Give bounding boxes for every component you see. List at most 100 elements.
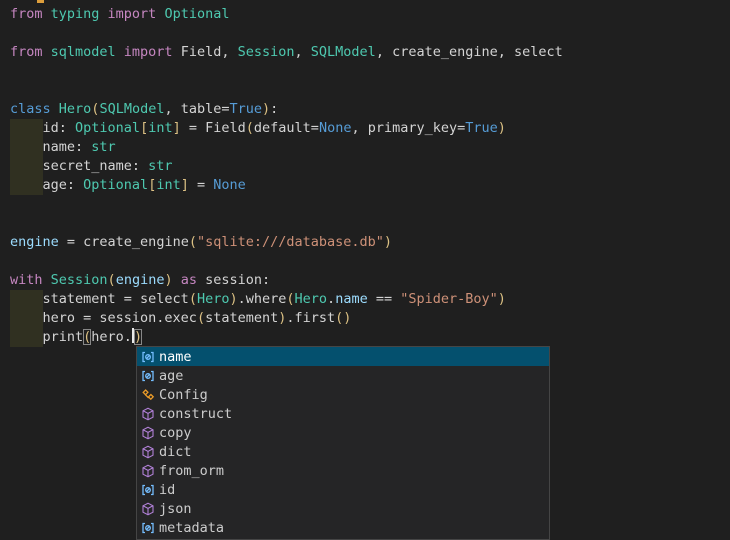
method-icon <box>140 501 156 517</box>
code-token: .where <box>238 291 287 307</box>
suggestion-item[interactable]: Config <box>137 385 549 404</box>
code-token: name <box>335 291 368 307</box>
code-line[interactable]: hero = session.exec(statement).first() <box>10 309 730 328</box>
class-icon <box>140 387 156 403</box>
code-token: ( <box>286 291 294 307</box>
code-token: with <box>10 272 51 288</box>
code-token: . <box>327 291 335 307</box>
code-token: from <box>10 44 51 60</box>
code-token: engine <box>10 234 59 250</box>
suggestion-item[interactable]: age <box>137 366 549 385</box>
code-token: Hero <box>59 101 92 117</box>
suggestion-item[interactable]: name <box>137 347 549 366</box>
code-token: , <box>295 44 311 60</box>
suggestion-label: construct <box>159 406 232 422</box>
code-token: [ <box>140 120 148 136</box>
code-line[interactable]: from typing import Optional <box>10 5 730 24</box>
field-icon <box>140 482 156 498</box>
code-line[interactable] <box>10 62 730 81</box>
code-token: typing <box>51 6 108 22</box>
matched-bracket: ) <box>134 329 142 345</box>
method-icon <box>140 425 156 441</box>
code-token: , create_engine, select <box>376 44 563 60</box>
method-icon <box>140 444 156 460</box>
code-token: ( <box>189 234 197 250</box>
code-token: None <box>319 120 352 136</box>
suggestion-label: name <box>159 349 192 365</box>
code-line[interactable]: from sqlmodel import Field, Session, SQL… <box>10 43 730 62</box>
code-token: = <box>189 177 213 193</box>
code-line[interactable]: age: Optional[int] = None <box>10 176 730 195</box>
suggestion-label: dict <box>159 444 192 460</box>
code-token: ] <box>181 177 189 193</box>
suggestion-label: json <box>159 501 192 517</box>
code-line[interactable]: class Hero(SQLModel, table=True): <box>10 100 730 119</box>
code-token: secret_name: <box>10 158 148 174</box>
code-token: print <box>10 329 83 345</box>
method-icon <box>140 463 156 479</box>
code-token: None <box>213 177 246 193</box>
code-token: import <box>108 6 165 22</box>
suggestion-item[interactable]: id <box>137 480 549 499</box>
code-token: Field, <box>181 44 238 60</box>
code-token <box>173 272 181 288</box>
code-token: ( <box>197 310 205 326</box>
code-line[interactable]: name: str <box>10 138 730 157</box>
code-token: SQLModel <box>311 44 376 60</box>
code-token: ) <box>164 272 172 288</box>
code-token: int <box>148 120 172 136</box>
code-line[interactable]: with Session(engine) as session: <box>10 271 730 290</box>
code-token: "sqlite:///database.db" <box>197 234 384 250</box>
code-line[interactable]: secret_name: str <box>10 157 730 176</box>
code-line[interactable]: print(hero.) <box>10 328 730 347</box>
code-token: = Field <box>181 120 246 136</box>
code-token: True <box>465 120 498 136</box>
code-token: ( <box>108 272 116 288</box>
code-token: ) <box>262 101 270 117</box>
suggestion-item[interactable]: copy <box>137 423 549 442</box>
code-token: age: <box>10 177 83 193</box>
code-token: default= <box>254 120 319 136</box>
code-line[interactable]: statement = select(Hero).where(Hero.name… <box>10 290 730 309</box>
code-token: ( <box>246 120 254 136</box>
code-token: , table= <box>164 101 229 117</box>
code-line[interactable] <box>10 81 730 100</box>
code-token: "Spider-Boy" <box>400 291 498 307</box>
code-token: Optional <box>83 177 148 193</box>
method-icon <box>140 406 156 422</box>
code-token: as <box>181 272 205 288</box>
code-line[interactable] <box>10 195 730 214</box>
code-token: hero = session.exec <box>10 310 197 326</box>
suggestion-item[interactable]: dict <box>137 442 549 461</box>
code-line[interactable] <box>10 252 730 271</box>
code-line[interactable]: engine = create_engine("sqlite:///databa… <box>10 233 730 252</box>
code-token: engine <box>116 272 165 288</box>
code-token: , primary_key= <box>351 120 465 136</box>
code-line[interactable] <box>10 214 730 233</box>
code-token: ) <box>343 310 351 326</box>
suggestion-item[interactable]: metadata <box>137 518 549 537</box>
field-icon <box>140 349 156 365</box>
code-line[interactable]: id: Optional[int] = Field(default=None, … <box>10 119 730 138</box>
suggestion-label: id <box>159 482 175 498</box>
suggestion-item[interactable]: json <box>137 499 549 518</box>
suggestion-item[interactable]: construct <box>137 404 549 423</box>
suggestion-label: from_orm <box>159 463 224 479</box>
code-line[interactable] <box>10 24 730 43</box>
code-token: sqlmodel <box>51 44 124 60</box>
suggestion-label: Config <box>159 387 208 403</box>
code-token: Session <box>238 44 295 60</box>
code-token: id: <box>10 120 75 136</box>
code-token: : <box>270 101 278 117</box>
code-token: name: <box>10 139 91 155</box>
code-token: ] <box>173 120 181 136</box>
code-token: from <box>10 6 51 22</box>
code-token: ) <box>384 234 392 250</box>
code-token: True <box>230 101 263 117</box>
suggestion-item[interactable]: from_orm <box>137 461 549 480</box>
autocomplete-popup[interactable]: nameage Config constructcopy dict from_ormid… <box>136 346 550 540</box>
code-token: ( <box>189 291 197 307</box>
code-token: hero. <box>91 329 132 345</box>
code-token: Hero <box>197 291 230 307</box>
code-token: ) <box>498 291 506 307</box>
